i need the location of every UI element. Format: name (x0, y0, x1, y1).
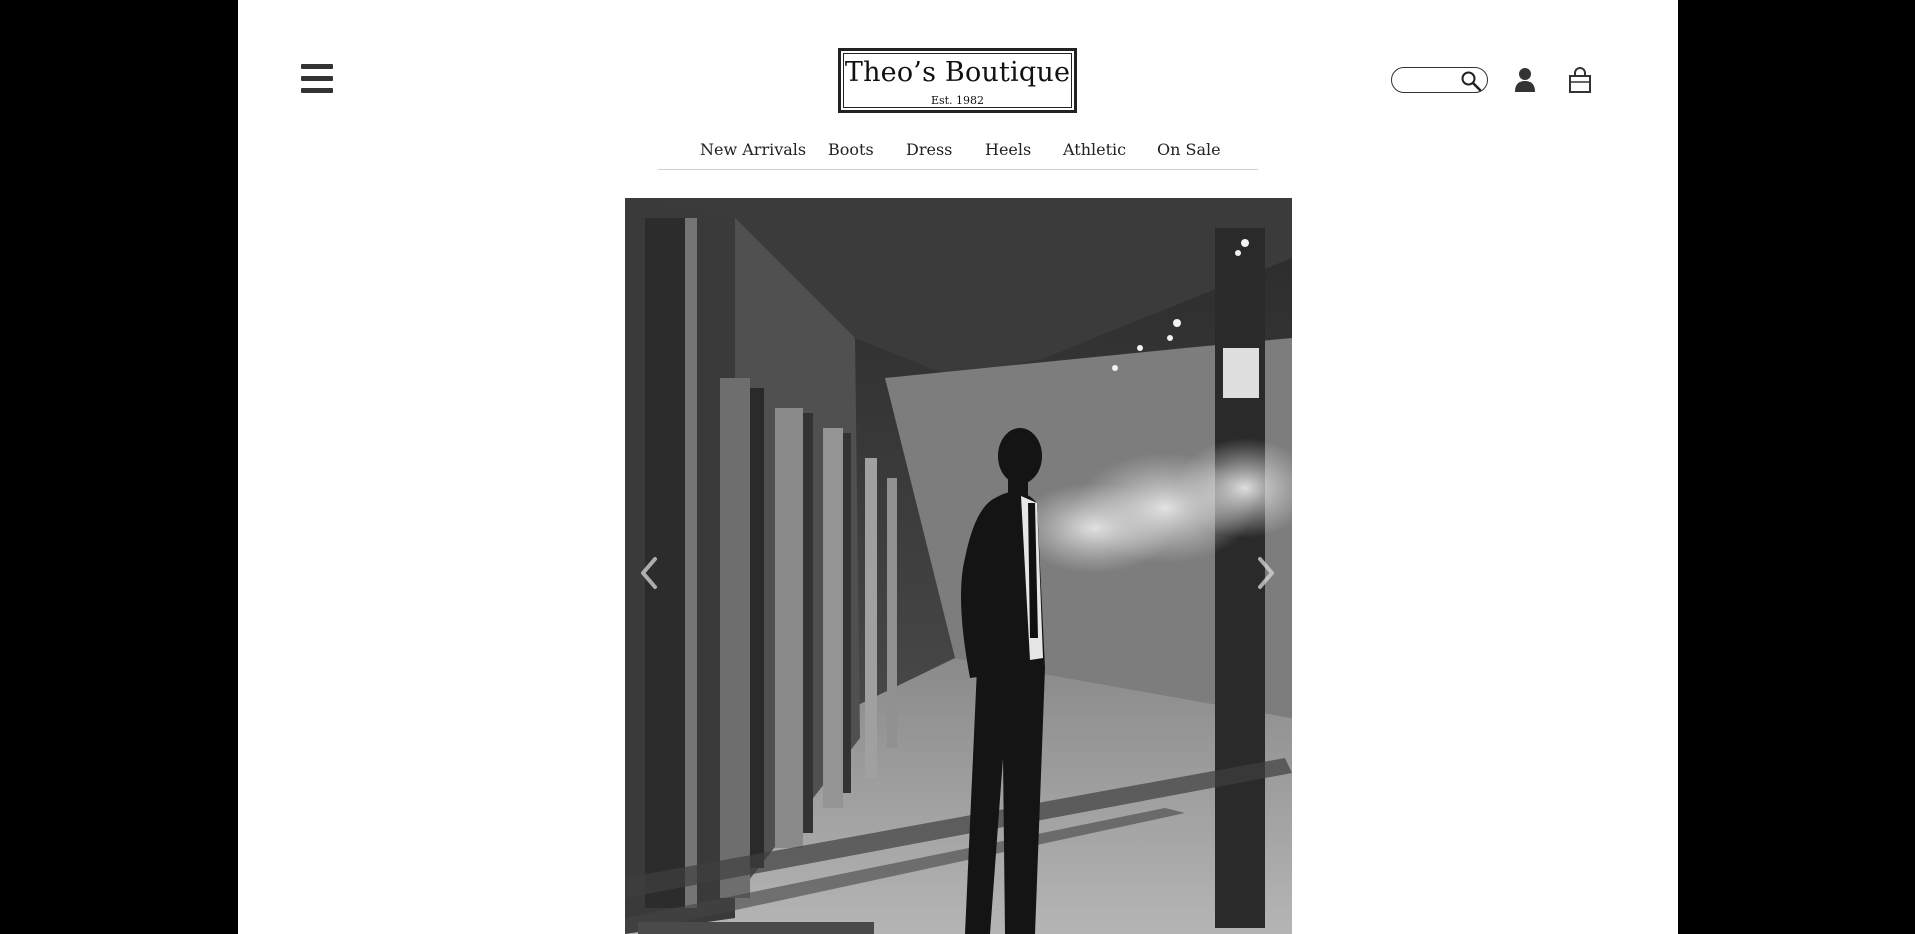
search-box[interactable] (1391, 67, 1488, 93)
hero-photo (625, 198, 1292, 934)
search-input[interactable] (1400, 71, 1455, 89)
brand-name: Theo’s Boutique (844, 57, 1071, 88)
nav-heels[interactable]: Heels (985, 140, 1031, 159)
hero-caption-bar (638, 922, 874, 934)
hero-carousel[interactable] (625, 198, 1292, 934)
page: Theo’s Boutique Est. 1982 New Arrivals B… (238, 0, 1678, 934)
category-nav: New Arrivals Boots Dress Heels Athletic … (658, 134, 1258, 170)
brand-logo[interactable]: Theo’s Boutique Est. 1982 (838, 48, 1077, 113)
chevron-right-icon[interactable] (1252, 553, 1282, 593)
nav-athletic[interactable]: Athletic (1063, 140, 1126, 159)
nav-on-sale[interactable]: On Sale (1157, 140, 1221, 159)
nav-dress[interactable]: Dress (906, 140, 952, 159)
brand-established: Est. 1982 (930, 94, 985, 107)
search-icon[interactable] (1460, 70, 1482, 92)
account-icon[interactable] (1513, 67, 1537, 93)
nav-new-arrivals[interactable]: New Arrivals (700, 140, 806, 159)
chevron-left-icon[interactable] (633, 553, 663, 593)
hamburger-menu-icon[interactable] (301, 64, 333, 94)
nav-boots[interactable]: Boots (828, 140, 874, 159)
shopping-bag-icon[interactable] (1568, 66, 1592, 94)
